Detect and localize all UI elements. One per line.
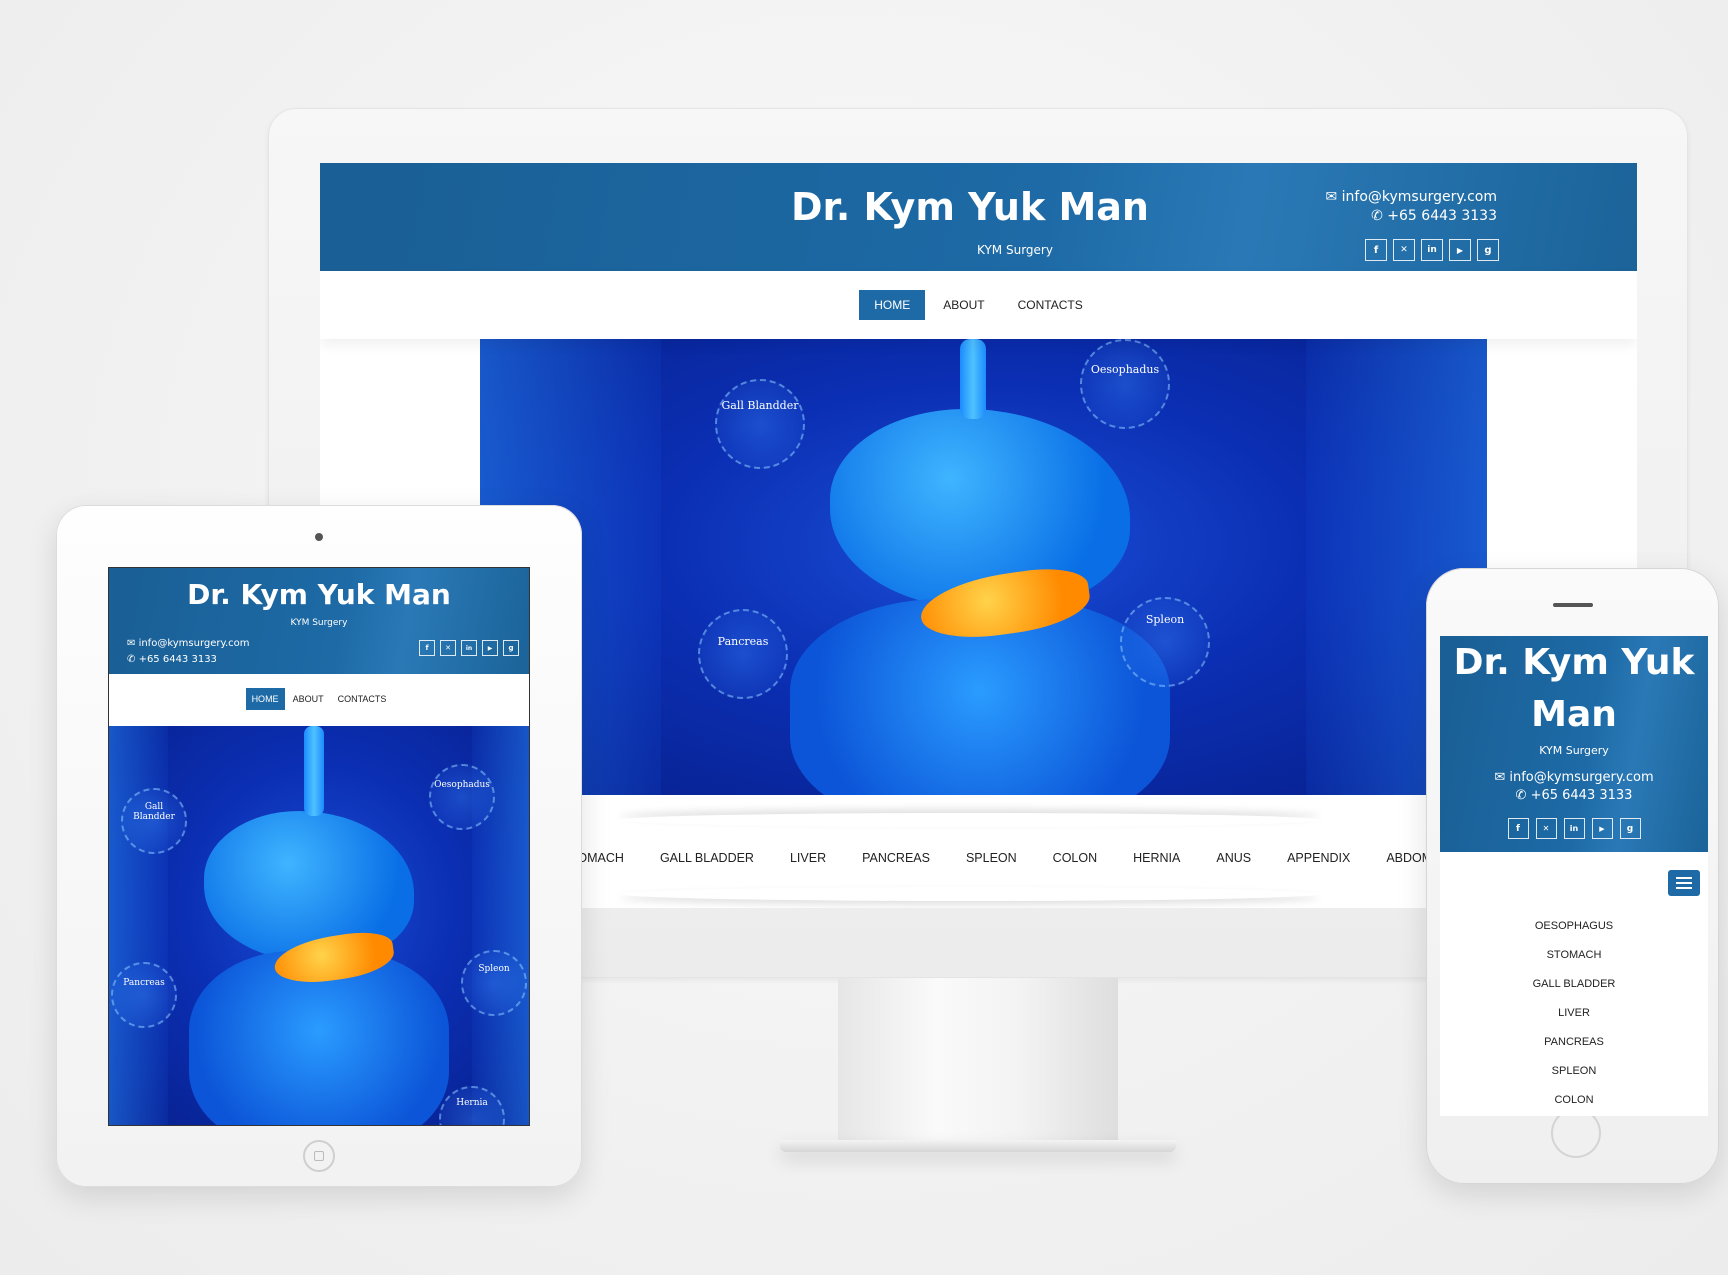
- site-subtitle: KYM Surgery: [977, 243, 1053, 257]
- phone-screen: Dr. Kym Yuk Man KYM Surgery ✉ info@kymsu…: [1440, 636, 1708, 1116]
- facebook-icon[interactable]: f: [419, 640, 435, 656]
- category-colon[interactable]: COLON: [1053, 851, 1097, 865]
- category-hernia[interactable]: HERNIA: [1133, 851, 1180, 865]
- nav-contacts[interactable]: CONTACTS: [1003, 290, 1098, 320]
- monitor-stand: [838, 978, 1118, 1148]
- twitter-icon[interactable]: ✕: [440, 640, 456, 656]
- phone-category-pancreas[interactable]: PANCREAS: [1440, 1028, 1708, 1057]
- site-header: Dr. Kym Yuk Man KYM Surgery ✉ info@kymsu…: [320, 163, 1637, 271]
- strip-divider-bottom: [620, 887, 1320, 901]
- hotspot-pancreas[interactable]: Pancreas: [698, 609, 788, 699]
- phone-category-colon[interactable]: COLON: [1440, 1086, 1708, 1115]
- phone-category-stomach[interactable]: STOMACH: [1440, 941, 1708, 970]
- tablet-nav-home[interactable]: HOME: [245, 688, 285, 710]
- hotspot-oesophagus[interactable]: Oesophadus: [1080, 339, 1170, 429]
- phone-phone-contact[interactable]: ✆ +65 6443 3133: [1440, 788, 1708, 803]
- hotspot-spleen[interactable]: Spleon: [1120, 597, 1210, 687]
- hamburger-menu-icon[interactable]: [1668, 870, 1700, 896]
- tablet-social-links: f ✕ in ▶ g: [419, 640, 519, 656]
- category-spleen[interactable]: SPLEON: [966, 851, 1017, 865]
- category-pancreas[interactable]: PANCREAS: [862, 851, 930, 865]
- nav-home[interactable]: HOME: [859, 290, 926, 320]
- phone-icon: ✆: [1515, 788, 1531, 803]
- envelope-icon: ✉: [1494, 770, 1510, 785]
- phone-category-list: OESOPHAGUS STOMACH GALL BLADDER LIVER PA…: [1440, 912, 1708, 1115]
- phone-phone-text[interactable]: +65 6443 3133: [1531, 788, 1633, 803]
- site-title: Dr. Kym Yuk Man: [791, 185, 1149, 229]
- linkedin-icon[interactable]: in: [461, 640, 477, 656]
- email-contact[interactable]: ✉ info@kymsurgery.com: [1325, 189, 1497, 205]
- phone-category-oesophagus[interactable]: OESOPHAGUS: [1440, 912, 1708, 941]
- tablet-nav-contacts[interactable]: CONTACTS: [332, 688, 393, 710]
- category-appendix[interactable]: APPENDIX: [1287, 851, 1350, 865]
- strip-divider-top: [620, 813, 1320, 827]
- phone-site-header: Dr. Kym Yuk Man KYM Surgery ✉ info@kymsu…: [1440, 636, 1708, 852]
- tablet-nav-about[interactable]: ABOUT: [289, 688, 328, 710]
- envelope-icon: ✉: [127, 638, 139, 649]
- phone-category-spleen[interactable]: SPLEON: [1440, 1057, 1708, 1086]
- phone-menu-bar: [1440, 852, 1708, 912]
- twitter-icon[interactable]: ✕: [1393, 239, 1415, 261]
- envelope-icon: ✉: [1325, 189, 1342, 205]
- phone-icon: ✆: [1371, 208, 1388, 224]
- hero-anatomy-image: Gall Blandder Oesophadus Pancreas Spleon: [480, 339, 1487, 795]
- social-links: f ✕ in ▶ g: [1365, 239, 1499, 261]
- phone-email-contact[interactable]: ✉ info@kymsurgery.com: [1440, 770, 1708, 785]
- facebook-icon[interactable]: f: [1507, 818, 1529, 839]
- tablet-site-header: Dr. Kym Yuk Man KYM Surgery ✉ info@kymsu…: [109, 568, 529, 674]
- tablet-home-button: [303, 1140, 335, 1172]
- phone-site-title-line1: Dr. Kym Yuk: [1453, 642, 1695, 683]
- hotspot-gall-bladder[interactable]: Gall Blandder: [715, 379, 805, 469]
- tablet-screen: Dr. Kym Yuk Man KYM Surgery ✉ info@kymsu…: [108, 567, 530, 1126]
- tablet-email-text[interactable]: info@kymsurgery.com: [139, 638, 250, 649]
- email-text[interactable]: info@kymsurgery.com: [1342, 189, 1497, 205]
- tablet-main-nav: HOME ABOUT CONTACTS: [109, 674, 529, 724]
- tablet-site-subtitle: KYM Surgery: [290, 618, 348, 628]
- tablet-hotspot-pancreas[interactable]: Pancreas: [111, 962, 177, 1028]
- phone-site-subtitle: KYM Surgery: [1539, 744, 1609, 757]
- phone-speaker: [1553, 603, 1593, 607]
- category-anus[interactable]: ANUS: [1216, 851, 1251, 865]
- tablet-camera: [315, 533, 323, 541]
- category-gall-bladder[interactable]: GALL BLADDER: [660, 851, 754, 865]
- nav-about[interactable]: ABOUT: [933, 290, 994, 320]
- phone-social-links: f ✕ in ▶ g: [1440, 818, 1708, 839]
- twitter-icon[interactable]: ✕: [1535, 818, 1557, 839]
- googleplus-icon[interactable]: g: [503, 640, 519, 656]
- youtube-icon[interactable]: ▶: [482, 640, 498, 656]
- tablet-hotspot-spleen[interactable]: Spleon: [461, 950, 527, 1016]
- monitor-stand-base: [780, 1140, 1176, 1152]
- spine-tube: [960, 339, 986, 419]
- tablet-email-contact[interactable]: ✉ info@kymsurgery.com: [127, 638, 250, 649]
- phone-category-liver[interactable]: LIVER: [1440, 999, 1708, 1028]
- facebook-icon[interactable]: f: [1365, 239, 1387, 261]
- phone-contact[interactable]: ✆ +65 6443 3133: [1371, 208, 1497, 224]
- tablet-site-title: Dr. Kym Yuk Man: [187, 578, 451, 611]
- phone-category-gall-bladder[interactable]: GALL BLADDER: [1440, 970, 1708, 999]
- linkedin-icon[interactable]: in: [1421, 239, 1443, 261]
- googleplus-icon[interactable]: g: [1619, 818, 1641, 839]
- phone-email-text[interactable]: info@kymsurgery.com: [1509, 770, 1653, 785]
- tablet-hotspot-oesophagus[interactable]: Oesophadus: [429, 764, 495, 830]
- phone-site-title-line2: Man: [1531, 694, 1617, 735]
- linkedin-icon[interactable]: in: [1563, 818, 1585, 839]
- youtube-icon[interactable]: ▶: [1449, 239, 1471, 261]
- googleplus-icon[interactable]: g: [1477, 239, 1499, 261]
- tablet-hero-anatomy-image: Gall Blandder Oesophadus Pancreas Spleon…: [109, 726, 529, 1125]
- phone-text[interactable]: +65 6443 3133: [1387, 208, 1497, 224]
- tablet-phone-contact[interactable]: ✆ +65 6443 3133: [127, 654, 217, 665]
- youtube-icon[interactable]: ▶: [1591, 818, 1613, 839]
- main-nav: HOME ABOUT CONTACTS: [320, 271, 1637, 339]
- tablet-hotspot-gall-bladder[interactable]: Gall Blandder: [121, 788, 187, 854]
- category-liver[interactable]: LIVER: [790, 851, 826, 865]
- tablet-phone-text[interactable]: +65 6443 3133: [139, 654, 217, 665]
- phone-icon: ✆: [127, 654, 139, 665]
